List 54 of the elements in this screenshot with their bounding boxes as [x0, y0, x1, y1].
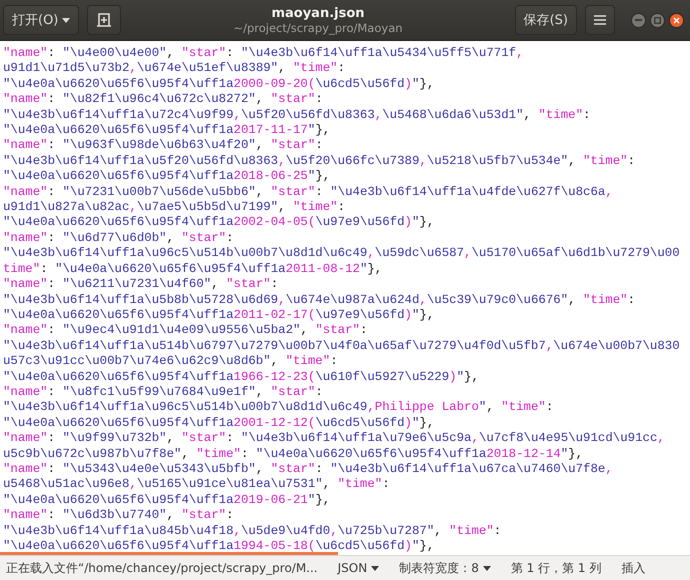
- minimize-button[interactable]: [631, 12, 646, 28]
- code-line: "\u4e3b\u6f14\uff1a\u96c5\u514b\u00b7\u8d1d\u6c49,\u59dc\u6587,\u5170\u65af\u6d1b\u7279\u00: [3, 246, 681, 262]
- code-line: "\u4e0a\u6620\u65f6\u95f4\uff1a2019-06-21"},: [3, 492, 332, 508]
- tab-width-dropdown[interactable]: 制表符宽度：8: [399, 560, 491, 576]
- file-path: ~/project/scrapy_pro/Maoyan: [233, 20, 403, 34]
- code-line: u57c3\u91cc\u00b7\u74e6\u62c9\u8d6b", "time":: [3, 354, 339, 370]
- menu-icon: [594, 15, 606, 25]
- code-line: "name": "\u6d77\u6d0b", "star":: [3, 230, 235, 246]
- code-line: "\u4e0a\u6620\u65f6\u95f4\uff1a2002-04-05(\u97e9\u56fd)"},: [3, 215, 436, 231]
- code-line: u91d1\u71d5\u73b2,\u674e\u51ef\u8389", "time":: [3, 61, 346, 77]
- code-line: "name": "\u8fc1\u5f99\u7684\u9e1f", "star":: [3, 384, 324, 400]
- code-line: "name": "\u9f99\u732b", "star": "\u4e3b\u6f14\uff1a\u79e6\u5c9a,\u7cf8\u4e95\u91cd\u91cc,: [3, 431, 666, 447]
- maximize-icon: [654, 16, 661, 24]
- code-line: u91d1\u827a\u82ac,\u7ae5\u5b5d\u7199", "time":: [3, 200, 346, 216]
- code-line: u5c9b\u672c\u987b\u7f8e", "time": "\u4e0a\u6620\u65f6\u95f4\uff1a2018-12-14"},: [3, 446, 584, 462]
- code-line: "\u4e3b\u6f14\uff1a\u5f20\u56fd\u8363,\u5f20\u66fc\u7389,\u5218\u5fb7\u534e", "time":: [3, 154, 636, 170]
- code-line: "name": "\u963f\u98de\u6b63\u4f20", "star":: [3, 138, 324, 154]
- code-line: "\u4e3b\u6f14\uff1a\u96c5\u514b\u00b7\u8d1d\u6c49,Philippe Labro", "time":: [3, 400, 554, 416]
- code-line: "\u4e0a\u6620\u65f6\u95f4\uff1a2011-02-17(\u97e9\u56fd)"},: [3, 308, 436, 324]
- code-line: "\u4e0a\u6620\u65f6\u95f4\uff1a2001-12-12(\u6cd5\u56fd)"},: [3, 416, 436, 432]
- menu-button[interactable]: [585, 5, 615, 35]
- caret-icon: [371, 566, 380, 570]
- caret-icon: [482, 566, 491, 570]
- code-line: "name": "\u6211\u7231\u4f60", "star":: [3, 277, 280, 292]
- code-line: "name": "\u7231\u00b7\u56de\u5bb6", "star": "\u4e3b\u6f14\uff1a\u4fde\u627f\u8c6a,: [3, 184, 614, 200]
- insert-mode-toggle[interactable]: 插入: [621, 560, 646, 576]
- code-line: "\u4e0a\u6620\u65f6\u95f4\uff1a1966-12-23(\u610f\u5927\u5229)"},: [3, 370, 480, 385]
- code-line: time": "\u4e0a\u6620\u65f6\u95f4\uff1a2011-08-12"},: [3, 262, 384, 278]
- save-button[interactable]: 保存(S): [514, 5, 577, 35]
- code-line: "name": "\u82f1\u96c4\u672c\u8272", "star":: [3, 92, 324, 108]
- new-document-button[interactable]: [87, 5, 122, 35]
- code-line: "\u4e0a\u6620\u65f6\u95f4\uff1a2018-06-25"},: [3, 169, 332, 185]
- document-plus-icon: [96, 12, 112, 28]
- open-button[interactable]: 打开(O): [3, 5, 80, 35]
- code-line: "\u4e0a\u6620\u65f6\u95f4\uff1a1994-05-18(\u6cd5\u56fd)"},: [3, 539, 436, 552]
- code-line: "name": "\u9ec4\u91d1\u4e09\u9556\u5ba2", "star":: [3, 323, 368, 339]
- code-line: "\u4e3b\u6f14\uff1a\u72c4\u9f99,\u5f20\u56fd\u8363,\u5468\u6da6\u53d1", "time":: [3, 108, 592, 124]
- caret-icon: [62, 18, 70, 22]
- code-line: "\u4e0a\u6620\u65f6\u95f4\uff1a2017-11-17"},: [3, 123, 332, 138]
- language-dropdown[interactable]: JSON: [338, 561, 380, 575]
- code-line: "\u4e3b\u6f14\uff1a\u514b\u6797\u7279\u00b7\u4f0a\u65af\u7279\u4f0d\u5fb7,\u674e\u00b7\u830: [3, 338, 681, 354]
- code-line: "\u4e0a\u6620\u65f6\u95f4\uff1a2000-09-20(\u6cd5\u56fd)"},: [3, 76, 436, 92]
- code-line: "\u4e3b\u6f14\uff1a\u845b\u4f18,\u5de9\u4fd0,\u725b\u7287", "time":: [3, 524, 502, 539]
- code-line: "\u4e3b\u6f14\uff1a\u5b8b\u5728\u6d69,\u674e\u987a\u624d,\u5c39\u79c0\u6676", "time":: [3, 292, 636, 308]
- code-line: "name": "\u4e00\u4e00", "star": "\u4e3b\u6f14\uff1a\u5434\u5ff5\u771f,: [3, 46, 525, 62]
- status-message: 正在载入文件“/home/chancey/project/scrapy_pro/M...: [6, 560, 318, 576]
- code-line: "name": "\u6d3b\u7740", "star":: [3, 508, 235, 524]
- close-button[interactable]: [669, 12, 684, 28]
- minimize-icon: [635, 19, 642, 21]
- code-line: "name": "\u5343\u4e0e\u5343\u5bfb", "star": "\u4e3b\u6f14\uff1a\u67ca\u7460\u7f8e,: [3, 462, 614, 478]
- close-icon: [673, 16, 680, 24]
- code-line: u5468\u51ac\u96e8,\u5165\u91ce\u81ea\u7531", "time":: [3, 477, 391, 493]
- cursor-position: 第 1 行，第 1 列: [510, 560, 602, 576]
- window-title: maoyan.json: [271, 6, 365, 20]
